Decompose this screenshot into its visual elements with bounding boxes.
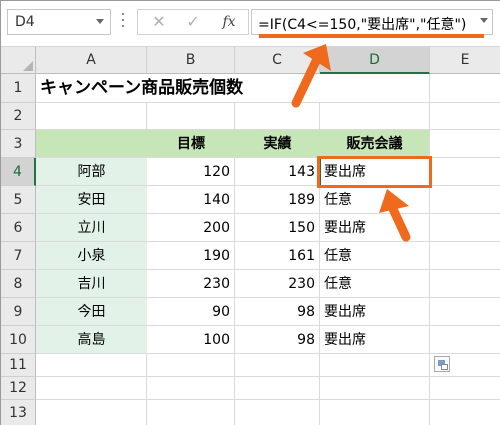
cell-target[interactable]: 200 bbox=[147, 214, 235, 242]
column-header-e[interactable]: E bbox=[430, 47, 500, 74]
cell-e5[interactable] bbox=[430, 186, 500, 214]
formula-text: =IF(C4<=150,"要出席","任意") bbox=[258, 17, 467, 33]
cell-e8[interactable] bbox=[430, 270, 500, 298]
cell-a2[interactable] bbox=[36, 103, 147, 130]
cell-name[interactable]: 立川 bbox=[36, 214, 147, 242]
cell-target[interactable]: 190 bbox=[147, 242, 235, 270]
cell-c2[interactable] bbox=[235, 103, 320, 130]
cell-e3[interactable] bbox=[430, 130, 500, 158]
cell-e6[interactable] bbox=[430, 214, 500, 242]
cell-target[interactable]: 120 bbox=[147, 158, 235, 186]
enter-button[interactable]: ✓ bbox=[178, 12, 208, 32]
cell-meeting[interactable]: 任意 bbox=[320, 242, 430, 270]
worksheet-grid: A B C D E 1 2 3 4 5 6 7 8 9 10 11 12 13 … bbox=[1, 47, 500, 425]
row-header-3[interactable]: 3 bbox=[1, 130, 36, 158]
cell-c12[interactable] bbox=[235, 377, 320, 400]
column-header-b[interactable]: B bbox=[147, 47, 235, 74]
select-all-button[interactable] bbox=[1, 47, 36, 74]
formula-bar: D4 ✕ ✓ fx =IF(C4<=150,"要出席","任意") bbox=[1, 1, 500, 47]
row-header-9[interactable]: 9 bbox=[1, 298, 36, 326]
cell-a13[interactable] bbox=[36, 400, 147, 425]
cell-e7[interactable] bbox=[430, 242, 500, 270]
paste-options-icon[interactable] bbox=[434, 356, 450, 372]
header-target[interactable]: 目標 bbox=[147, 130, 235, 158]
cell-e13[interactable] bbox=[430, 400, 500, 425]
row-header-10[interactable]: 10 bbox=[1, 326, 36, 354]
cell-meeting[interactable]: 要出席 bbox=[320, 298, 430, 326]
cell-a3[interactable] bbox=[36, 130, 147, 158]
column-header-d[interactable]: D bbox=[320, 47, 430, 74]
cell-b12[interactable] bbox=[147, 377, 235, 400]
row-header-12[interactable]: 12 bbox=[1, 377, 36, 400]
formula-input[interactable]: =IF(C4<=150,"要出席","任意") bbox=[251, 9, 493, 35]
excel-window: D4 ✕ ✓ fx =IF(C4<=150,"要出席","任意") A B C … bbox=[0, 0, 500, 425]
drag-handle-icon[interactable] bbox=[122, 13, 125, 31]
row-header-13[interactable]: 13 bbox=[1, 400, 36, 425]
row-header-6[interactable]: 6 bbox=[1, 214, 36, 242]
cell-d12[interactable] bbox=[320, 377, 430, 400]
cell-a11[interactable] bbox=[36, 354, 147, 377]
column-header-a[interactable]: A bbox=[36, 47, 147, 74]
cell-meeting[interactable]: 任意 bbox=[320, 186, 430, 214]
row-header-8[interactable]: 8 bbox=[1, 270, 36, 298]
cell-target[interactable]: 230 bbox=[147, 270, 235, 298]
row-header-4[interactable]: 4 bbox=[1, 158, 36, 186]
cell-actual[interactable]: 189 bbox=[235, 186, 320, 214]
cell-name[interactable]: 阿部 bbox=[36, 158, 147, 186]
row-header-11[interactable]: 11 bbox=[1, 354, 36, 377]
cell-name[interactable]: 吉川 bbox=[36, 270, 147, 298]
cell-d13[interactable] bbox=[320, 400, 430, 425]
cell-e12[interactable] bbox=[430, 377, 500, 400]
cell-actual[interactable]: 230 bbox=[235, 270, 320, 298]
cell-d1[interactable] bbox=[320, 74, 430, 103]
cell-actual[interactable]: 150 bbox=[235, 214, 320, 242]
cell-actual[interactable]: 98 bbox=[235, 326, 320, 354]
highlight-box bbox=[317, 156, 432, 188]
cell-target[interactable]: 90 bbox=[147, 298, 235, 326]
row-header-2[interactable]: 2 bbox=[1, 103, 36, 130]
cell-c13[interactable] bbox=[235, 400, 320, 425]
cell-d2[interactable] bbox=[320, 103, 430, 130]
cell-e4[interactable] bbox=[430, 158, 500, 186]
cell-target[interactable]: 100 bbox=[147, 326, 235, 354]
cell-actual[interactable]: 161 bbox=[235, 242, 320, 270]
formula-buttons: ✕ ✓ fx bbox=[137, 9, 249, 35]
expand-formula-icon[interactable] bbox=[480, 18, 488, 23]
cell-b1[interactable] bbox=[147, 74, 235, 103]
cell-d11[interactable] bbox=[320, 354, 430, 377]
cell-actual[interactable]: 98 bbox=[235, 298, 320, 326]
cell-e10[interactable] bbox=[430, 326, 500, 354]
cell-c11[interactable] bbox=[235, 354, 320, 377]
row-header-1[interactable]: 1 bbox=[1, 74, 36, 103]
header-actual[interactable]: 実績 bbox=[235, 130, 320, 158]
cell-e2[interactable] bbox=[430, 103, 500, 130]
name-box[interactable]: D4 bbox=[7, 9, 111, 35]
cell-name[interactable]: 高島 bbox=[36, 326, 147, 354]
select-all-icon bbox=[23, 61, 33, 71]
cell-c1[interactable] bbox=[235, 74, 320, 103]
cell-name[interactable]: 今田 bbox=[36, 298, 147, 326]
cell-actual[interactable]: 143 bbox=[235, 158, 320, 186]
cell-e9[interactable] bbox=[430, 298, 500, 326]
column-header-c[interactable]: C bbox=[235, 47, 320, 74]
cell-meeting[interactable]: 要出席 bbox=[320, 326, 430, 354]
cell-meeting[interactable]: 任意 bbox=[320, 270, 430, 298]
cell-name[interactable]: 安田 bbox=[36, 186, 147, 214]
cell-b13[interactable] bbox=[147, 400, 235, 425]
row-header-5[interactable]: 5 bbox=[1, 186, 36, 214]
cell-b11[interactable] bbox=[147, 354, 235, 377]
row-header-7[interactable]: 7 bbox=[1, 242, 36, 270]
cell-target[interactable]: 140 bbox=[147, 186, 235, 214]
cell-b2[interactable] bbox=[147, 103, 235, 130]
cell-meeting[interactable]: 要出席 bbox=[320, 214, 430, 242]
name-box-value: D4 bbox=[15, 14, 35, 30]
cell-a12[interactable] bbox=[36, 377, 147, 400]
insert-function-button[interactable]: fx bbox=[214, 12, 244, 32]
chevron-down-icon[interactable] bbox=[96, 19, 104, 24]
cell-e1[interactable] bbox=[430, 74, 500, 103]
cell-name[interactable]: 小泉 bbox=[36, 242, 147, 270]
header-meeting[interactable]: 販売会議 bbox=[320, 130, 430, 158]
cancel-button[interactable]: ✕ bbox=[144, 12, 174, 32]
